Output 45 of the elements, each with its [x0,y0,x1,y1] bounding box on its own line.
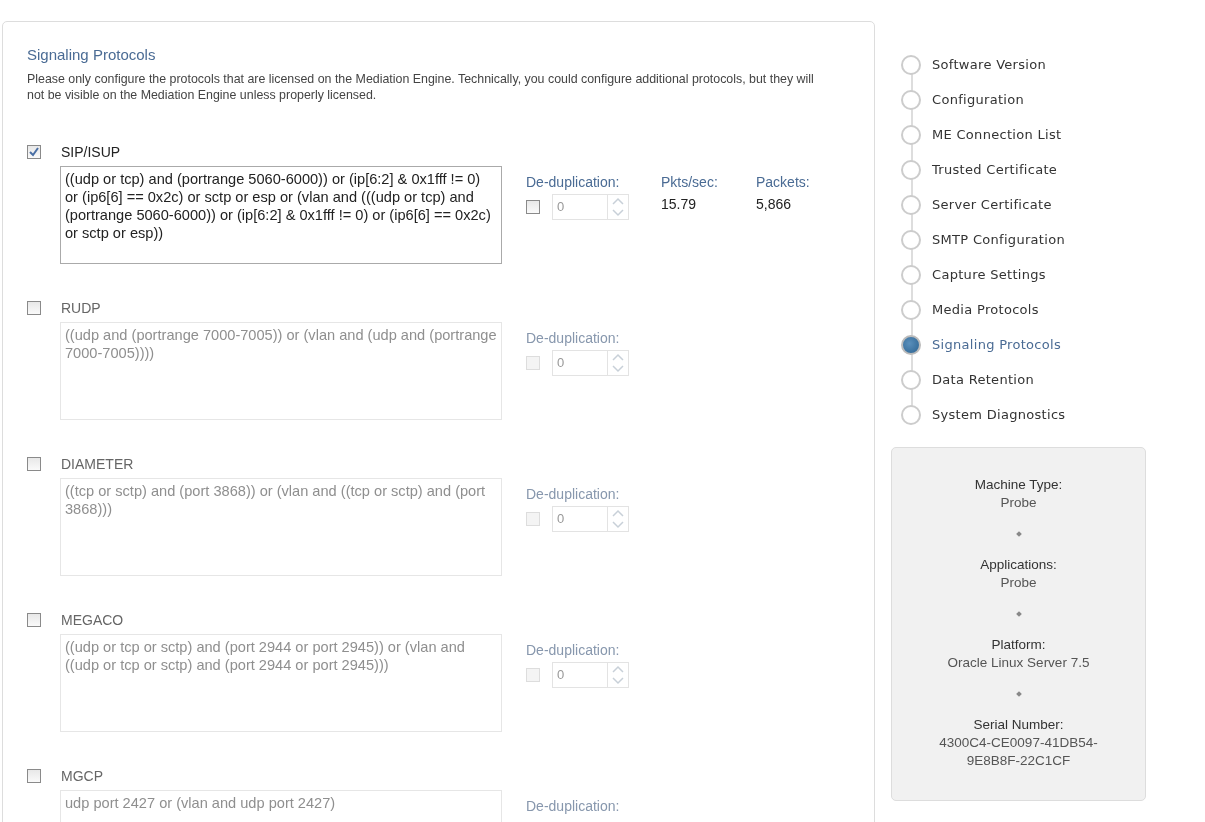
checkbox[interactable] [27,613,41,627]
protocol-label: MGCP [61,768,103,784]
info-label: Applications: [979,556,1058,574]
filter-field[interactable]: ((udp or tcp) and (portrange 5060-6000)) or (ip[6:2] & 0x1fff != 0) or (ip6[6] == 0x2c) or sctp or esp or (vlan and (((udp or tcp) and (portrange 5060-6000)) or (ip[6:2] & 0x1fff != 0) or (ip6[6] == 0x2c) or sctp or esp)) [60,166,502,264]
wizard-step[interactable]: Software Version [901,47,1047,82]
protocol-label: DIAMETER [61,456,134,472]
wizard-step[interactable]: Configuration [901,82,1025,117]
wizard-step[interactable]: Data Retention [901,362,1035,397]
wizard-step[interactable]: System Diagnostics [901,397,1066,432]
protocol-label: RUDP [61,300,101,316]
stat-label: Pkts/sec: [661,174,719,190]
separator-icon [1015,531,1022,537]
stat-value: 5,866 [756,196,793,212]
stat-value: 15.79 [661,196,698,212]
checkbox[interactable] [27,145,41,159]
protocol-label: MEGACO [61,612,124,628]
wizard-step[interactable]: Server Certificate [901,187,1052,222]
dedup-label: De-duplication: [526,642,621,658]
wizard-step[interactable]: Media Protocols [901,292,1039,327]
protocol-label: SIP/ISUP [61,144,121,160]
description-text: Please only configure the protocols that are licensed on the Mediation Engine. Technically, you could configure additional protocols, but they will not be visible on the Mediation Engine unless properly licensed. [27,71,815,103]
section-title: Signaling Protocols [27,46,157,63]
dedup-label: De-duplication: [526,330,621,346]
info-label: Platform: [990,636,1047,654]
wizard-step[interactable]: Capture Settings [901,257,1046,292]
info-label: Serial Number: [972,716,1065,734]
info-value: Oracle Linux Server 7.5 [946,654,1091,672]
dedup-label: De-duplication: [526,174,621,190]
wizard-step[interactable]: SMTP Configuration [901,222,1065,257]
separator-icon [1015,691,1022,697]
info-value: Probe [999,574,1038,592]
checkbox[interactable] [27,769,41,783]
info-value: Probe [999,494,1038,512]
wizard-step[interactable]: Trusted Certificate [901,152,1058,187]
checkbox[interactable] [526,200,540,214]
dedup-label: De-duplication: [526,486,621,502]
stat-label: Packets: [756,174,811,190]
checkbox[interactable] [27,301,41,315]
dedup-label: De-duplication: [526,798,621,814]
checkbox[interactable] [27,457,41,471]
info-label: Machine Type: [973,476,1064,494]
separator-icon [1015,611,1022,617]
wizard-step[interactable]: ME Connection List [901,117,1062,152]
info-value: 4300C4-CE0097-41DB54-9E8B8F-22C1CF [938,734,1099,770]
wizard-step[interactable]: Signaling Protocols [901,327,1062,362]
